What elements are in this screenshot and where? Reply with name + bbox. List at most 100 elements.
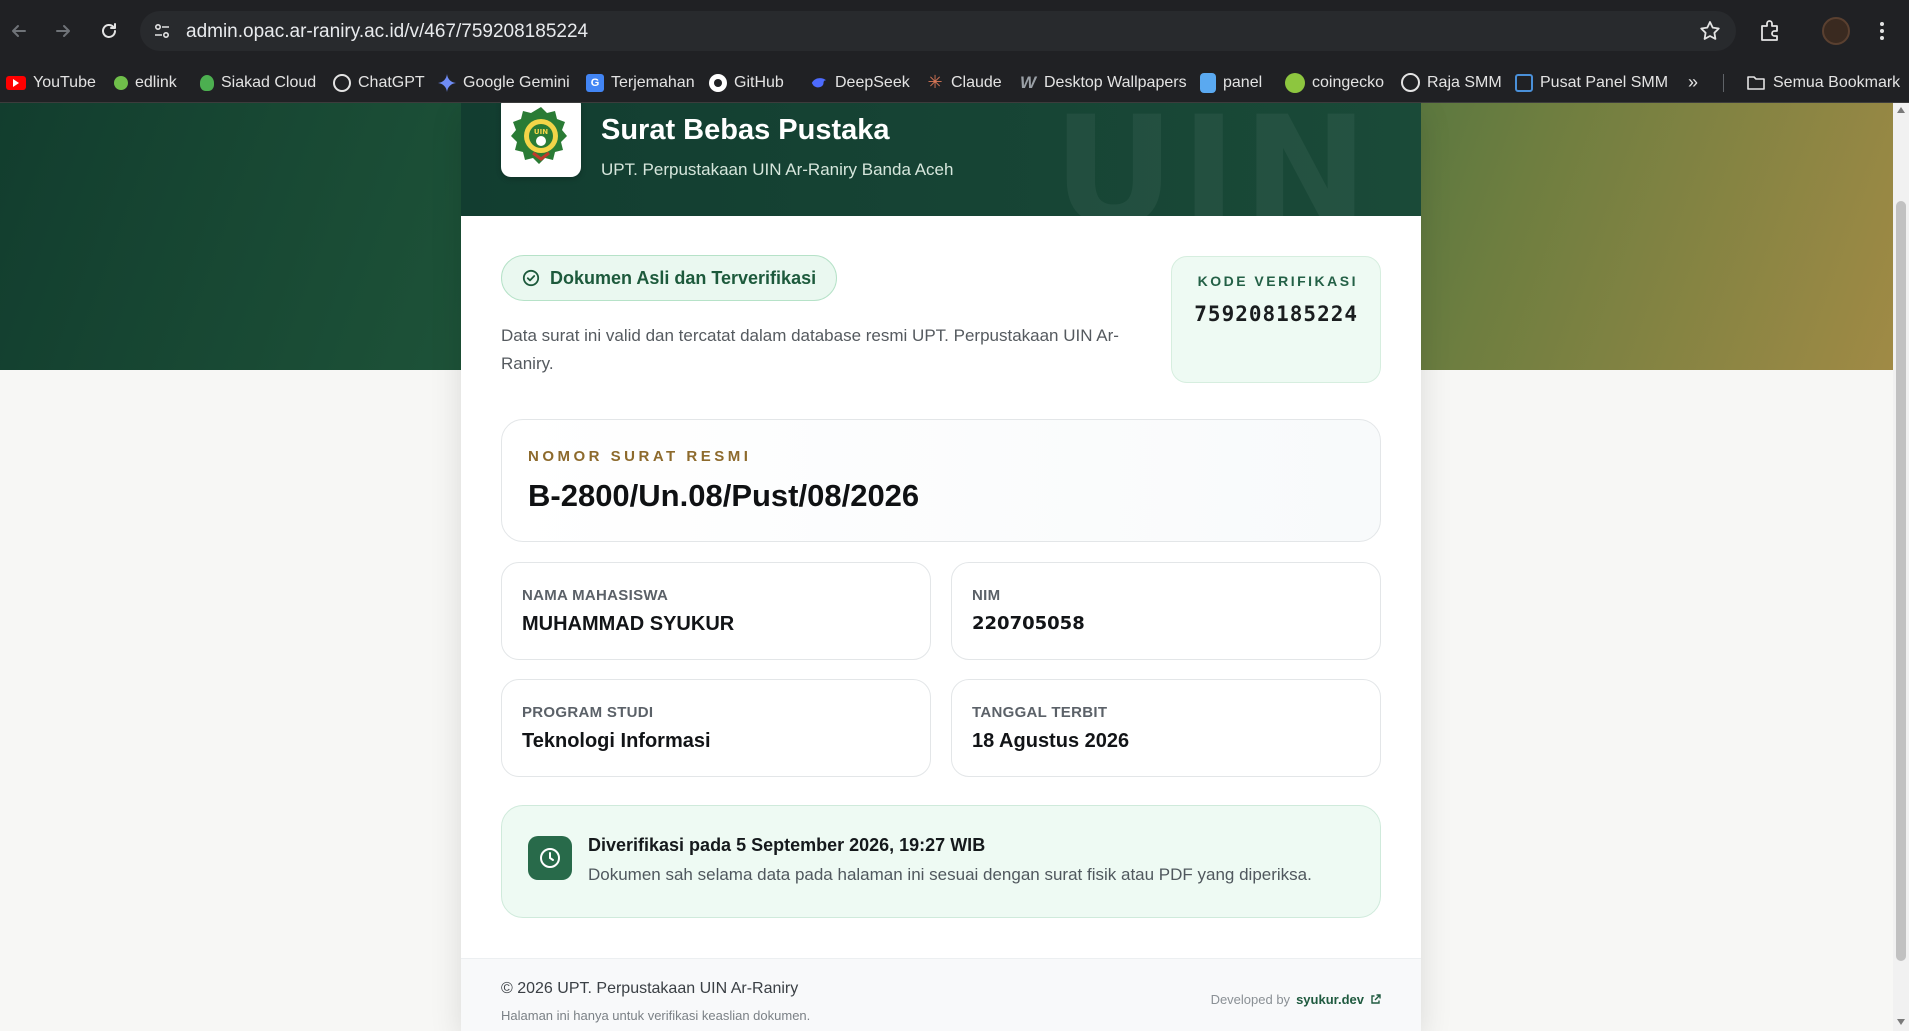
forward-button[interactable] [48,16,78,46]
bookmark-github[interactable]: GitHub [709,62,784,103]
bookmarks-separator [1723,74,1724,92]
card-header: UIN UIN Surat Bebas Pustaka UPT. Perpust… [461,103,1421,216]
more-bookmarks-button[interactable]: » [1688,62,1698,103]
bookmarks-bar: YouTube edlink Siakad Cloud ChatGPT Goog… [0,62,1909,103]
page-title: Surat Bebas Pustaka [601,114,890,146]
bookmark-label: Pusat Panel SMM [1540,73,1669,91]
claude-icon: ✳ [927,72,943,92]
reload-button[interactable] [94,16,124,46]
bookmark-star-button[interactable] [1698,19,1722,43]
external-link-icon[interactable] [1370,994,1381,1005]
panel-icon [1200,72,1216,93]
bookmark-siakad[interactable]: Siakad Cloud [200,62,316,103]
bookmark-label: ChatGPT [358,73,425,91]
tune-icon [154,23,170,39]
bookmark-chatgpt[interactable]: ChatGPT [333,62,425,103]
siakad-icon [200,74,214,91]
student-name-field: NAMA MAHASISWA MUHAMMAD SYUKUR [501,562,931,660]
check-circle-icon [522,269,540,287]
verification-code-box: KODE VERIFIKASI 759208185224 [1171,256,1381,383]
student-name-value: MUHAMMAD SYUKUR [522,613,735,635]
puzzle-icon [1761,20,1778,41]
address-bar[interactable]: admin.opac.ar-raniry.ac.id/v/467/7592081… [140,11,1736,51]
bookmark-label: DeepSeek [835,73,910,91]
wallpapers-icon: W [1019,72,1037,92]
nim-field: NIM 220705058 [951,562,1381,660]
edlink-icon [114,75,128,90]
footer-note: Halaman ini hanya untuk verifikasi keasl… [501,1008,811,1023]
bookmark-label: GitHub [734,73,784,91]
verification-timestamp: Diverifikasi pada 5 September 2026, 19:2… [588,835,986,855]
arrow-right-icon [56,25,70,37]
github-icon [709,73,727,92]
nim-label: NIM [972,587,1001,604]
scroll-up-arrow-icon[interactable] [1897,107,1905,113]
bookmark-coingecko[interactable]: coingecko [1285,62,1384,103]
letter-number-label: NOMOR SURAT RESMI [528,448,752,465]
card-footer: © 2026 UPT. Perpustakaan UIN Ar-Raniry H… [461,958,1421,1031]
student-name-label: NAMA MAHASISWA [522,587,669,604]
verified-badge-label: Dokumen Asli dan Terverifikasi [550,267,817,288]
bookmark-label: Terjemahan [611,73,695,91]
bookmark-wallpapers[interactable]: W Desktop Wallpapers [1019,62,1187,103]
coingecko-icon [1285,72,1305,93]
issue-date-label: TANGGAL TERBIT [972,704,1108,721]
bookmark-label: Raja SMM [1427,73,1502,91]
bookmark-terjemahan[interactable]: G Terjemahan [586,62,695,103]
page-viewport: UIN UIN Surat Bebas Pustaka UPT. Perpust… [0,103,1893,1031]
bookmark-claude[interactable]: ✳ Claude [926,62,1002,103]
all-bookmarks-button[interactable]: Semua Bookmark [1746,62,1900,103]
bookmark-label: Semua Bookmark [1773,73,1901,91]
more-vert-icon [1880,22,1884,40]
letter-number-box: NOMOR SURAT RESMI B-2800/Un.08/Pust/08/2… [501,419,1381,542]
profile-avatar[interactable] [1822,17,1850,45]
pusatpanel-icon [1515,73,1533,92]
clock-icon [528,836,572,880]
page-subtitle: UPT. Perpustakaan UIN Ar-Raniry Banda Ac… [601,160,954,179]
verification-notice: Diverifikasi pada 5 September 2026, 19:2… [501,805,1381,918]
bookmark-edlink[interactable]: edlink [114,62,177,103]
browser-menu-button[interactable] [1870,17,1894,45]
verification-code-value: 759208185224 [1194,302,1358,326]
translate-icon: G [586,73,604,92]
header-watermark: UIN [1053,103,1375,216]
bookmark-gemini[interactable]: Google Gemini [438,62,570,103]
arrow-left-icon [12,25,26,37]
site-info-button[interactable] [150,19,174,43]
svg-text:UIN: UIN [534,128,548,136]
issue-date-field: TANGGAL TERBIT 18 Agustus 2026 [951,679,1381,777]
bookmark-youtube[interactable]: YouTube [6,62,96,103]
gemini-icon [438,73,456,92]
developer-link[interactable]: syukur.dev [1296,992,1364,1007]
verification-code-label: KODE VERIFIKASI [1197,273,1358,289]
bookmark-label: panel [1223,73,1263,91]
bookmark-label: coingecko [1312,73,1385,91]
footer-developer: Developed by syukur.dev [1211,992,1381,1007]
scroll-down-arrow-icon[interactable] [1897,1019,1905,1025]
deepseek-icon [810,74,828,92]
university-emblem-icon: UIN [511,107,567,164]
back-button[interactable] [4,16,34,46]
extensions-button[interactable] [1756,17,1784,45]
page-scrollbar[interactable] [1893,103,1909,1031]
verification-description: Data surat ini valid dan tercatat dalam … [501,326,1119,373]
bookmark-label: YouTube [33,73,96,91]
study-program-field: PROGRAM STUDI Teknologi Informasi [501,679,931,777]
chatgpt-icon [333,73,351,92]
url-text[interactable]: admin.opac.ar-raniry.ac.id/v/467/7592081… [186,21,588,43]
nim-value: 220705058 [972,613,1085,634]
bookmark-label: Claude [951,73,1002,91]
folder-icon [1747,75,1765,90]
bookmark-panel[interactable]: panel [1200,62,1262,103]
verified-badge: Dokumen Asli dan Terverifikasi [501,255,838,301]
study-program-value: Teknologi Informasi [522,730,711,752]
bookmark-deepseek[interactable]: DeepSeek [810,62,910,103]
browser-toolbar: admin.opac.ar-raniry.ac.id/v/467/7592081… [0,0,1909,62]
bookmark-rajasmm[interactable]: Raja SMM [1401,62,1502,103]
bookmark-pusatpanel[interactable]: Pusat Panel SMM [1515,62,1668,103]
university-logo: UIN [501,103,581,177]
scrollbar-thumb[interactable] [1896,201,1906,961]
bookmark-label: Desktop Wallpapers [1044,73,1187,91]
bookmark-label: edlink [135,73,177,91]
developed-by-label: Developed by [1210,992,1291,1007]
